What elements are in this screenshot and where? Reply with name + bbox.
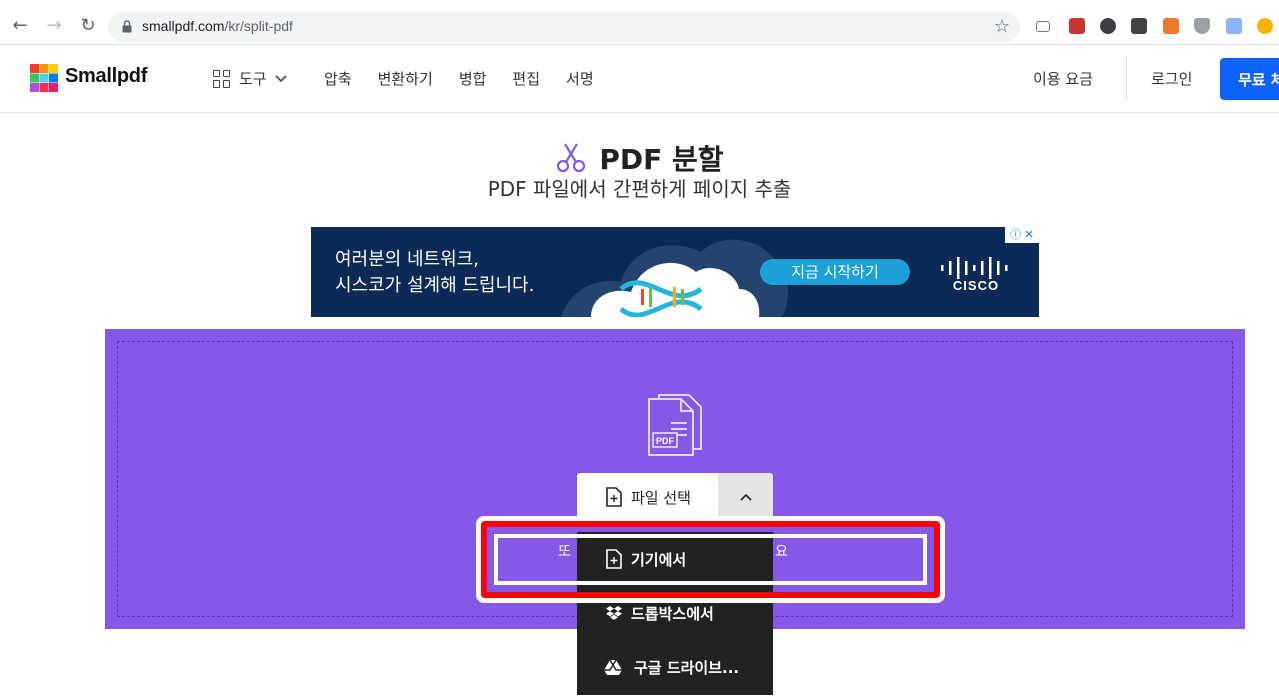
shield-extension-icon[interactable] (1194, 18, 1210, 34)
ad-choices-icon[interactable]: ⓘ ✕ (1005, 227, 1039, 243)
upload-options-toggle[interactable] (718, 473, 773, 521)
acrobat-extension-icon[interactable] (1069, 18, 1085, 34)
cloud-dna-icon (561, 239, 788, 317)
nav-convert[interactable]: 변환하기 (378, 68, 433, 89)
lock-icon (122, 20, 132, 33)
main-nav: 압축 변환하기 병합 편집 서명 (324, 68, 594, 89)
smallpdf-logo-icon[interactable] (30, 64, 58, 92)
dropbox-icon (606, 606, 622, 620)
extension-icon-4[interactable] (1226, 18, 1242, 34)
nav-compress[interactable]: 압축 (324, 68, 352, 89)
forward-icon[interactable]: → (42, 14, 66, 38)
svg-text:CISCO: CISCO (953, 278, 999, 291)
tools-label: 도구 (239, 70, 267, 88)
chevron-down-icon (275, 74, 287, 82)
cast-extension-icon[interactable] (1036, 21, 1050, 32)
tools-menu[interactable]: 도구 (213, 68, 287, 89)
pricing-link[interactable]: 이용 요금 (1033, 68, 1093, 89)
site-header: Smallpdf 도구 압축 변환하기 병합 편집 서명 이용 요금 로그인 무… (0, 46, 1279, 113)
browser-toolbar: ← → ↻ smallpdf.com/kr/split-pdf ☆ (0, 0, 1279, 45)
url-text: smallpdf.com/kr/split-pdf (142, 18, 293, 34)
nav-edit[interactable]: 편집 (512, 68, 540, 89)
free-trial-button[interactable]: 무료 체 (1220, 58, 1279, 100)
cisco-logo-icon: CISCO (941, 257, 1008, 291)
choose-file-button[interactable]: 파일 선택 (577, 473, 718, 521)
choose-file-label: 파일 선택 (631, 488, 691, 507)
scissors-icon (557, 143, 586, 173)
address-bar[interactable]: smallpdf.com/kr/split-pdf ☆ (108, 12, 1020, 42)
extension-icon-5[interactable] (1257, 18, 1273, 34)
page-title: PDF 분할 (599, 143, 724, 176)
page-subtitle: PDF 파일에서 간편하게 페이지 추출 (487, 177, 792, 201)
reload-icon[interactable]: ↻ (76, 14, 100, 38)
header-divider (1126, 56, 1127, 100)
bookmark-star-icon[interactable]: ☆ (994, 16, 1010, 37)
file-add-icon (606, 487, 622, 507)
ad-text: 여러분의 네트워크, 시스코가 설계해 드립니다. (335, 249, 535, 296)
highlight-inner-ring (494, 534, 927, 585)
google-drive-icon (604, 659, 622, 675)
menu-item-from-google-drive[interactable]: 구글 드라이브... (577, 640, 773, 694)
nav-merge[interactable]: 병합 (459, 68, 487, 89)
logo-text[interactable]: Smallpdf (65, 65, 147, 88)
login-link[interactable]: 로그인 (1151, 68, 1192, 89)
nav-sign[interactable]: 서명 (566, 68, 594, 89)
ad-cta-button[interactable]: 지금 시작하기 (760, 259, 910, 285)
ad-banner[interactable]: 여러분의 네트워크, 시스코가 설계해 드립니다. 지금 시작하기 CISCO … (311, 227, 1039, 317)
grid-icon (213, 69, 231, 88)
pdf-document-icon: PDF (648, 394, 702, 456)
extension-icon-1[interactable] (1100, 18, 1116, 34)
chevron-up-icon (739, 493, 752, 501)
extension-icon-2[interactable] (1131, 18, 1147, 34)
extension-icon-3[interactable] (1163, 18, 1179, 34)
back-icon[interactable]: ← (8, 14, 32, 38)
svg-text:PDF: PDF (656, 436, 675, 446)
page-title-row: PDF 분할 (0, 138, 1279, 178)
